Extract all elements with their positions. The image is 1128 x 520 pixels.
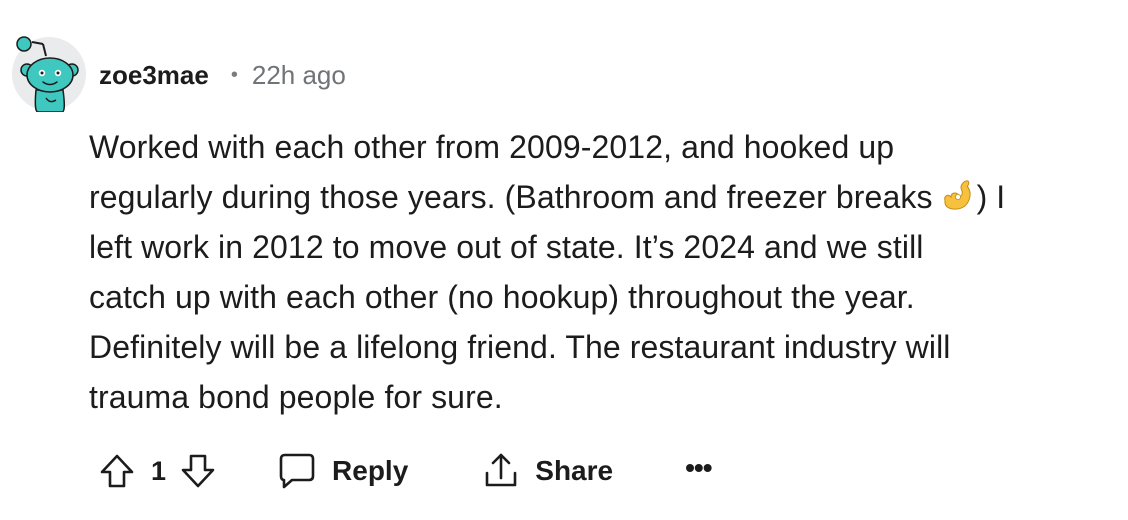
author-username[interactable]: zoe3mae [99,60,209,91]
body-line: left work in 2012 to move out of state. … [89,229,924,265]
vote-group: 1 [97,451,218,491]
body-line: ) I [976,179,1006,215]
body-line: Worked with each other from 2009-2012, a… [89,129,895,165]
share-button[interactable]: Share [481,451,613,491]
body-line: Definitely will be a lifelong friend. Th… [89,329,951,365]
vote-score: 1 [151,455,167,486]
user-avatar[interactable] [10,32,88,113]
share-upload-icon [485,453,517,487]
comment-header: zoe3mae • 22h ago [99,55,346,95]
snoo-avatar-icon [12,36,86,113]
reply-button[interactable]: Reply [276,451,408,491]
speech-bubble-icon [279,453,315,489]
body-line: regularly during those years. (Bathroom … [89,179,933,215]
meta-separator: • [230,63,238,86]
share-label: Share [535,455,614,486]
comment-timestamp: 22h ago [251,59,346,90]
downvote-arrow-icon[interactable] [178,451,218,491]
body-line: trauma bond people for sure. [89,379,503,415]
comment-body: Worked with each other from 2009-2012, a… [89,122,1109,422]
body-line: catch up with each other (no hookup) thr… [89,279,915,315]
upvote-arrow-icon[interactable] [97,451,137,491]
comment: zoe3mae • 22h ago Worked with each other… [0,0,1128,520]
reply-label: Reply [332,455,409,486]
ok-hand-emoji-icon [939,176,975,210]
more-options-ellipsis-icon[interactable]: ••• [685,454,712,488]
comment-action-bar: 1 Reply Share ••• [97,443,713,499]
